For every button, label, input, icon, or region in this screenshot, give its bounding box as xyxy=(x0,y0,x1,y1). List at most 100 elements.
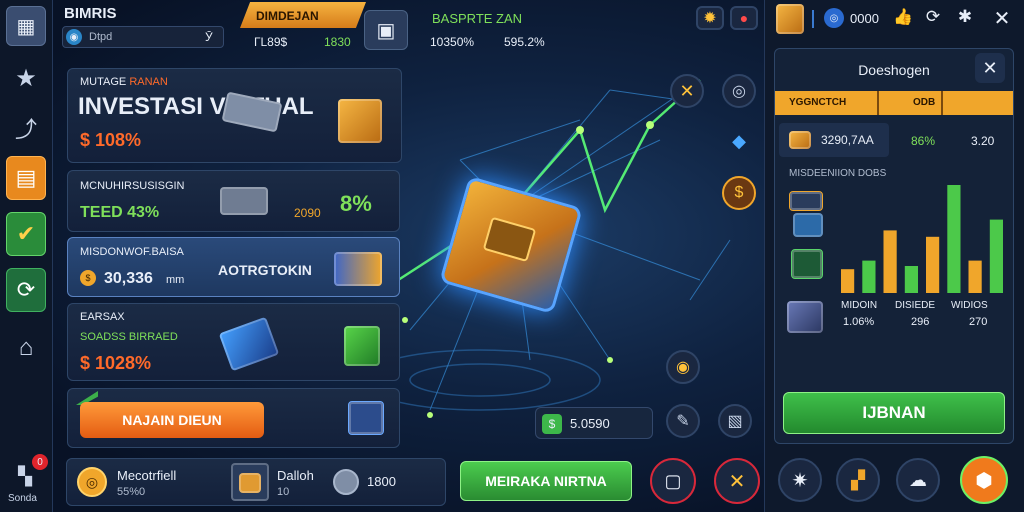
server-icon[interactable]: ▣ xyxy=(364,10,408,50)
crate-icon xyxy=(334,252,382,286)
document-icon[interactable]: ▤ xyxy=(6,156,46,200)
treasure-icon[interactable] xyxy=(776,4,804,34)
star-icon[interactable]: ★ xyxy=(8,60,44,96)
server-box-icon xyxy=(787,301,823,333)
selector-value: Dtpd xyxy=(89,31,113,43)
chart-icon[interactable]: ⤴ xyxy=(8,110,44,146)
tab-1-label: DIMDEJAN xyxy=(256,9,319,23)
col-value-2: 296 xyxy=(911,316,930,328)
card-subtitle-2: SOADSS BIRRAED xyxy=(80,331,178,343)
tab-2-stat-1: 10350% xyxy=(430,35,475,49)
camera-icon[interactable]: ◎ xyxy=(722,74,756,108)
badge-star-icon[interactable]: ✷ xyxy=(778,458,822,502)
card-investasi[interactable]: MUTAGE RANAN INVESTASI VIRTUAL $ 108% xyxy=(67,68,402,163)
divider xyxy=(812,10,814,28)
green-action-button[interactable]: MEIRAKA NIRTNA xyxy=(460,461,632,501)
tab-1-stat-1: ГL89$ xyxy=(254,35,288,49)
currency-icon: ◎ xyxy=(824,8,844,28)
cube-icon xyxy=(793,213,823,237)
balance-value: 5.0590 xyxy=(570,416,610,431)
silver-icon xyxy=(333,469,359,495)
globe-icon: ◉ xyxy=(66,29,82,45)
crossed-tools-icon[interactable]: ✕ xyxy=(714,458,760,504)
money-bag-icon[interactable]: $ xyxy=(722,176,756,210)
details-panel: Doeshogen ✕ YGGNCTCH ODB 3290,7AA 86% 3.… xyxy=(774,48,1014,444)
close-icon[interactable]: ✕ xyxy=(990,6,1014,30)
notification-badge: 0 xyxy=(32,454,48,470)
check-icon[interactable]: ✔ xyxy=(6,212,46,256)
bar-8 xyxy=(989,219,1003,293)
tab-2-label: BASPRTE ZAN xyxy=(432,11,523,26)
bar-5 xyxy=(926,236,940,293)
target-icon[interactable]: ◉ xyxy=(666,350,700,384)
coin-device-icon xyxy=(220,187,268,215)
row-percent: 86% xyxy=(911,134,936,148)
bar-1 xyxy=(841,269,855,293)
slot1-value: 55%0 xyxy=(117,486,146,498)
card-subtitle: MISDONWOF.BAISA xyxy=(80,246,184,258)
tools-icon[interactable]: ✎ xyxy=(666,404,700,438)
robot-icon[interactable]: ▦ xyxy=(6,6,46,46)
scroll-icon[interactable]: ▞ xyxy=(836,458,880,502)
currency-value: 0000 xyxy=(850,11,879,26)
refresh-icon[interactable]: ⟳ xyxy=(6,268,46,312)
home-icon[interactable]: ⌂ xyxy=(8,330,44,366)
card-subtitle: MCNUHIRSUSISGIN xyxy=(80,180,185,192)
slot2-value: 10 xyxy=(277,486,290,498)
card-subtitle: MUTAGE xyxy=(80,76,127,88)
crate-icon xyxy=(789,191,823,211)
col-value-1: 1.06% xyxy=(843,316,875,328)
storage-icon[interactable]: ▧ xyxy=(718,404,752,438)
sync-icon[interactable]: ⟳ xyxy=(922,6,944,28)
card-side-label: AOTRGTOKIN xyxy=(218,262,312,278)
chevron-down-icon: Ӯ xyxy=(205,30,213,44)
tab-1[interactable]: DIMDEJAN xyxy=(240,2,366,28)
bottom-stats: ◎ Mecotrfiell 55%0 Dalloh 10 1800 xyxy=(66,458,446,506)
card-unit: mm xyxy=(166,274,185,286)
app-title: BIMRIS xyxy=(64,5,117,22)
card-3[interactable]: MISDONWOF.BAISA $ 30,336 mm AOTRGTOKIN xyxy=(67,237,400,297)
box-icon xyxy=(239,473,261,493)
thumbs-up-icon[interactable]: 👍 xyxy=(892,6,914,28)
gold-box-icon xyxy=(789,131,811,149)
cta-panel: NAJAIN DIEUN xyxy=(67,388,400,448)
card-4[interactable]: EARSAX SOADSS BIRRAED $ 1028% xyxy=(67,303,400,381)
bar-chart xyxy=(841,185,1003,293)
cash-icon: $ xyxy=(542,414,562,434)
bar-4 xyxy=(904,266,918,293)
account-selector[interactable]: ◉ Dtpd Ӯ xyxy=(62,26,224,48)
shield-icon xyxy=(791,249,823,279)
nav-label: Sonda xyxy=(8,493,37,504)
row-count: 3.20 xyxy=(971,134,995,148)
bar-7 xyxy=(968,260,982,293)
cube-icon[interactable]: ◆ xyxy=(724,126,754,156)
puzzle-icon[interactable]: ✱ xyxy=(954,6,976,28)
coin-icon: $ xyxy=(80,270,96,286)
gold-coin-icon: ◎ xyxy=(77,467,107,497)
alert-icon[interactable]: ● xyxy=(730,6,758,30)
col-label-1: MIDOIN xyxy=(841,300,878,311)
slot3-value: 1800 xyxy=(367,474,396,489)
card-value: $ 1028% xyxy=(80,353,152,373)
card-2[interactable]: MCNUHIRSUSISGIN TEED 43% 2090 8% xyxy=(67,170,400,232)
orange-action-button[interactable]: NAJAIN DIEUN xyxy=(80,402,264,438)
card-small-value: 2090 xyxy=(294,206,321,220)
panel-close-icon[interactable]: ✕ xyxy=(975,53,1005,83)
card-subtitle: EARSAX xyxy=(80,311,125,323)
table-row[interactable]: 3290,7AA xyxy=(779,123,889,157)
col-label-2: DISIEDE xyxy=(895,300,936,311)
slot2-title: Dalloh xyxy=(277,468,314,483)
bar-3 xyxy=(883,230,897,293)
row-value: 3290,7AA xyxy=(821,133,874,147)
chart-title: MISDEENIION DOBS xyxy=(789,168,887,179)
panel-action-button[interactable]: IJBNAN xyxy=(783,392,1005,434)
header-col-2: ODB xyxy=(913,97,936,108)
cloud-icon[interactable]: ☁ xyxy=(896,458,940,502)
settings-icon[interactable]: ✹ xyxy=(696,6,724,30)
gold-box-icon xyxy=(338,99,382,143)
balance-chip: $ 5.0590 xyxy=(535,407,653,439)
shield-badge-icon[interactable]: ⬢ xyxy=(960,456,1008,504)
monitor-icon[interactable]: ▢ xyxy=(650,458,696,504)
blue-box-icon[interactable] xyxy=(348,401,384,435)
cross-tools-icon[interactable]: ✕ xyxy=(670,74,704,108)
